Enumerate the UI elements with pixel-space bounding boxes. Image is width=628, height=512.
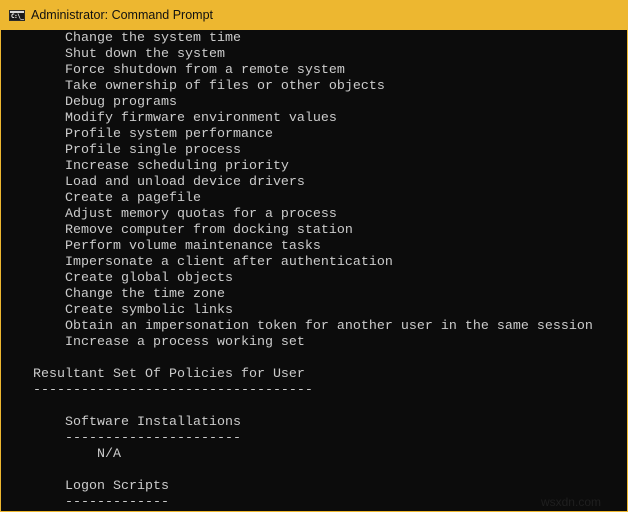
console-line: Adjust memory quotas for a process — [1, 207, 337, 222]
console-line: Perform volume maintenance tasks — [1, 239, 321, 254]
console-line: Create a pagefile — [1, 191, 201, 206]
console-line: Force shutdown from a remote system — [1, 63, 345, 78]
console-line: Increase scheduling priority — [1, 159, 289, 174]
console-line: Increase a process working set — [1, 335, 305, 350]
icon-glyph: C:\_ — [11, 13, 24, 20]
console-line: Create symbolic links — [1, 303, 233, 318]
console-line: Shut down the system — [1, 47, 225, 62]
console-line: Create global objects — [1, 271, 233, 286]
console-line: Change the system time — [1, 31, 241, 46]
window-title: Administrator: Command Prompt — [31, 8, 214, 22]
title-bar[interactable]: C:\_ Administrator: Command Prompt — [0, 0, 628, 30]
console-line: Load and unload device drivers — [1, 175, 305, 190]
console-line: N/A — [1, 447, 121, 462]
console-line: Remove computer from docking station — [1, 223, 353, 238]
command-prompt-icon: C:\_ — [9, 10, 25, 21]
console-line: Impersonate a client after authenticatio… — [1, 255, 393, 270]
console-lines: Change the system time Shut down the sys… — [1, 31, 593, 511]
console-line: Change the time zone — [1, 287, 225, 302]
console-line: Software Installations — [1, 415, 241, 430]
console-output[interactable]: Change the system time Shut down the sys… — [1, 30, 627, 511]
console-line: Resultant Set Of Policies for User — [1, 367, 305, 382]
console-line: Take ownership of files or other objects — [1, 79, 385, 94]
console-line: Obtain an impersonation token for anothe… — [1, 319, 593, 334]
console-line: Modify firmware environment values — [1, 111, 337, 126]
console-line: Logon Scripts — [1, 479, 169, 494]
console-line: ---------------------- — [1, 431, 241, 446]
command-prompt-window: C:\_ Administrator: Command Prompt Chang… — [0, 0, 628, 512]
console-line: ------------- — [1, 495, 169, 510]
console-line: Profile system performance — [1, 127, 273, 142]
console-line: Profile single process — [1, 143, 241, 158]
watermark: wsxdn.com — [540, 495, 601, 509]
console-line: ----------------------------------- — [1, 383, 313, 398]
console-line: Debug programs — [1, 95, 177, 110]
